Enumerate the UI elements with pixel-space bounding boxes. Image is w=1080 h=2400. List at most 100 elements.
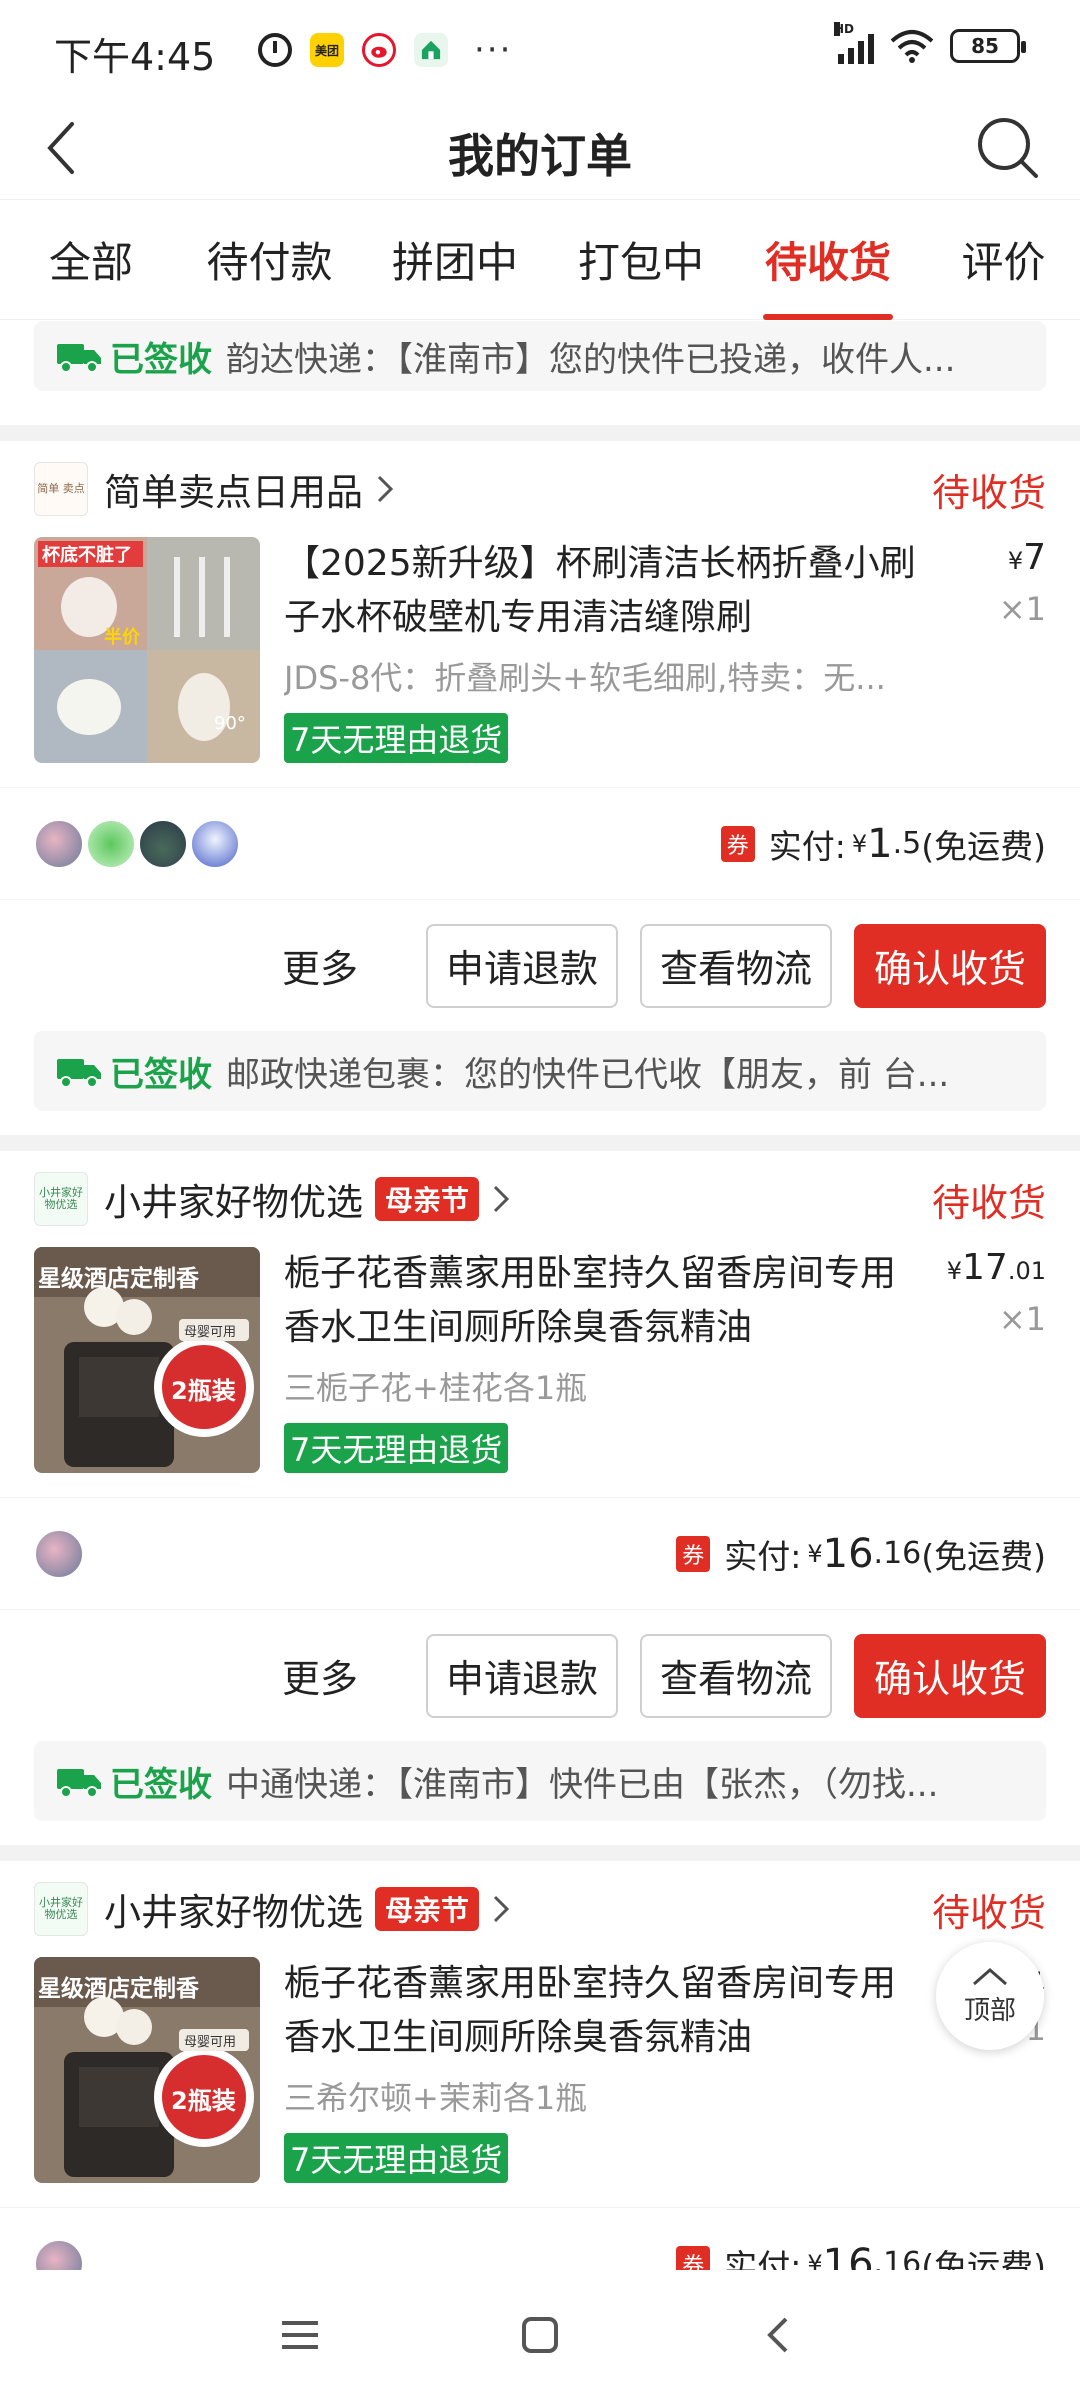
paid-amount: 券 实付: ¥ 16 .16 (免运费) xyxy=(676,1530,1046,1578)
return-policy-badge: 7天无理由退货 xyxy=(284,713,509,763)
order-status: 待收货 xyxy=(931,1180,1046,1225)
truck-icon xyxy=(57,344,101,373)
group-avatars xyxy=(34,818,240,869)
product-spec: 三栀子花+桂花各1瓶 xyxy=(284,1369,588,1407)
tab-group-buying[interactable]: 拼团中 xyxy=(357,200,553,320)
product-title: 栀子花香薰家用卧室持久留香房间专用香水卫生间厕所除臭香氛精油 xyxy=(284,1963,897,2058)
avatar xyxy=(34,818,84,869)
tab-all[interactable]: 全部 xyxy=(0,200,182,320)
quantity: ×1 xyxy=(998,1300,1046,1338)
paid-decimal: .16 xyxy=(873,2246,922,2271)
tab-review[interactable]: 评价 xyxy=(927,200,1080,320)
product-image: 星级酒店定制香 2瓶装 母婴可用 xyxy=(34,1957,260,2183)
shipping-note: (免运费) xyxy=(921,2246,1046,2272)
currency-symbol: ¥ xyxy=(807,2249,823,2272)
logistics-text: 韵达快递：【淮南市】您的快件已投递，收件人... xyxy=(226,339,956,380)
avatar xyxy=(86,818,136,869)
order-status: 待收货 xyxy=(931,470,1046,515)
product-image: 星级酒店定制香 2瓶装 母婴可用 xyxy=(34,1247,260,1473)
menu-icon[interactable] xyxy=(276,2311,324,2359)
status-bar: 下午4:45 美团 ··· HD 85 xyxy=(0,0,1080,100)
shipping-note: (免运费) xyxy=(921,826,1046,866)
chevron-right-icon xyxy=(493,1895,510,1923)
order-card: 小井家好 物优选 小井家好物优选 母亲节 待收货 星级酒店定制香 2瓶装 母婴可… xyxy=(0,1861,1080,2271)
order-card: 小井家好 物优选 小井家好物优选 母亲节 待收货 星级酒店定制香 2瓶装 母婴可… xyxy=(0,1151,1080,1845)
paid-decimal: .16 xyxy=(873,1536,922,1571)
logistics-bar[interactable]: 已签收 韵达快递：【淮南市】您的快件已投递，收件人... xyxy=(34,321,1046,391)
paid-amount: 券 实付: ¥ 1 .5 (免运费) xyxy=(720,820,1046,868)
shop-logo: 简单 卖点 xyxy=(34,462,88,516)
shop-row[interactable]: 小井家好 物优选 小井家好物优选 母亲节 待收货 xyxy=(0,1151,1080,1247)
refund-button[interactable]: 申请退款 xyxy=(425,1633,618,1718)
product-row[interactable]: 星级酒店定制香 2瓶装 母婴可用 栀子花香薰家用卧室持久留香房间专用香水卫生间厕… xyxy=(0,1957,1080,2187)
unit-price-value: 7 xyxy=(1023,537,1046,578)
home-icon[interactable] xyxy=(516,2311,564,2359)
logistics-text: 中通快递：【淮南市】快件已由【张杰，（勿找... xyxy=(226,1764,939,1805)
image-caption: 2瓶装 xyxy=(171,1377,236,1405)
system-icons: HD 85 xyxy=(834,22,1026,64)
price-column: ¥17.01 ×1 xyxy=(947,1247,1046,1338)
confirm-receipt-button[interactable]: 确认收货 xyxy=(853,1633,1046,1718)
unit-price: ¥17.01 xyxy=(947,1247,1046,1288)
avatar xyxy=(34,2238,84,2271)
currency-symbol: ¥ xyxy=(851,829,868,858)
unit-price-decimal: .01 xyxy=(1007,1257,1046,1285)
page-title: 我的订单 xyxy=(448,129,632,183)
avatar xyxy=(190,818,240,869)
group-avatars xyxy=(34,1528,84,1579)
return-policy-badge: 7天无理由退货 xyxy=(284,1423,509,1473)
logistics-status: 已签收 xyxy=(110,1054,212,1095)
back-nav-icon[interactable] xyxy=(756,2311,804,2359)
more-notifications-icon: ··· xyxy=(474,30,513,70)
avatar xyxy=(138,818,188,869)
coupon-icon: 券 xyxy=(720,825,755,862)
paid-label: 实付: xyxy=(724,2246,802,2272)
tab-pending-receipt[interactable]: 待收货 xyxy=(729,200,927,320)
track-logistics-button[interactable]: 查看物流 xyxy=(639,923,832,1008)
currency-symbol: ¥ xyxy=(1007,547,1024,575)
app-header: 我的订单 xyxy=(0,100,1080,200)
notification-icons: 美团 ··· xyxy=(258,30,512,70)
product-info: 栀子花香薰家用卧室持久留香房间专用香水卫生间厕所除臭香氛精油 三栀子花+桂花各1… xyxy=(284,1247,934,1477)
paid-integer: 16 xyxy=(822,2240,874,2272)
tab-packing[interactable]: 打包中 xyxy=(553,200,729,320)
product-title: 栀子花香薰家用卧室持久留香房间专用香水卫生间厕所除臭香氛精油 xyxy=(284,1253,897,1348)
logistics-bar[interactable]: 已签收 中通快递：【淮南市】快件已由【张杰，（勿找... xyxy=(34,1741,1046,1821)
image-caption: 90° xyxy=(214,713,246,734)
chevron-up-icon xyxy=(973,1967,1007,1985)
divider xyxy=(0,425,1080,441)
more-button[interactable]: 更多 xyxy=(282,938,358,993)
system-nav-bar xyxy=(0,2270,1080,2400)
logistics-text: 邮政快递包裹：您的快件已代收【朋友，前 台... xyxy=(226,1054,950,1095)
order-status: 待收货 xyxy=(931,1890,1046,1935)
paid-amount: 券 实付: ¥ 16 .16 (免运费) xyxy=(676,2240,1046,2272)
image-caption: 母婴可用 xyxy=(184,2035,237,2050)
image-caption: 星级酒店定制香 xyxy=(38,1266,199,1292)
divider xyxy=(0,1845,1080,1861)
refund-button[interactable]: 申请退款 xyxy=(425,923,618,1008)
status-time: 下午4:45 xyxy=(54,35,216,79)
truck-icon xyxy=(57,1769,101,1798)
product-info: 【2025新升级】杯刷清洁长柄折叠小刷子水杯破壁机专用清洁缝隙刷 JDS-8代：… xyxy=(284,537,934,767)
order-card: 简单 卖点 简单卖点日用品 待收货 杯底不脏了 半价 90° 【2025新升级】… xyxy=(0,441,1080,1135)
alarm-icon xyxy=(258,33,292,67)
track-logistics-button[interactable]: 查看物流 xyxy=(639,1633,832,1718)
wifi-icon xyxy=(890,29,934,63)
more-button[interactable]: 更多 xyxy=(282,1648,358,1703)
currency-symbol: ¥ xyxy=(807,1539,823,1568)
product-row[interactable]: 杯底不脏了 半价 90° 【2025新升级】杯刷清洁长柄折叠小刷子水杯破壁机专用… xyxy=(0,537,1080,767)
chevron-right-icon xyxy=(493,1185,510,1213)
divider xyxy=(0,1135,1080,1151)
logistics-bar[interactable]: 已签收 邮政快递包裹：您的快件已代收【朋友，前 台... xyxy=(34,1031,1046,1111)
paid-decimal: .5 xyxy=(892,826,922,861)
back-to-top-button[interactable]: 顶部 xyxy=(936,1942,1044,2050)
tab-pending-payment[interactable]: 待付款 xyxy=(182,200,357,320)
shop-row[interactable]: 简单 卖点 简单卖点日用品 待收货 xyxy=(0,441,1080,537)
search-icon[interactable] xyxy=(974,114,1042,182)
product-row[interactable]: 星级酒店定制香 2瓶装 母婴可用 栀子花香薰家用卧室持久留香房间专用香水卫生间厕… xyxy=(0,1247,1080,1477)
logistics-status: 已签收 xyxy=(110,1764,212,1805)
shop-row[interactable]: 小井家好 物优选 小井家好物优选 母亲节 待收货 xyxy=(0,1861,1080,1957)
battery-icon: 85 xyxy=(950,29,1026,63)
hd-label: HD xyxy=(834,22,855,36)
confirm-receipt-button[interactable]: 确认收货 xyxy=(853,923,1046,1008)
